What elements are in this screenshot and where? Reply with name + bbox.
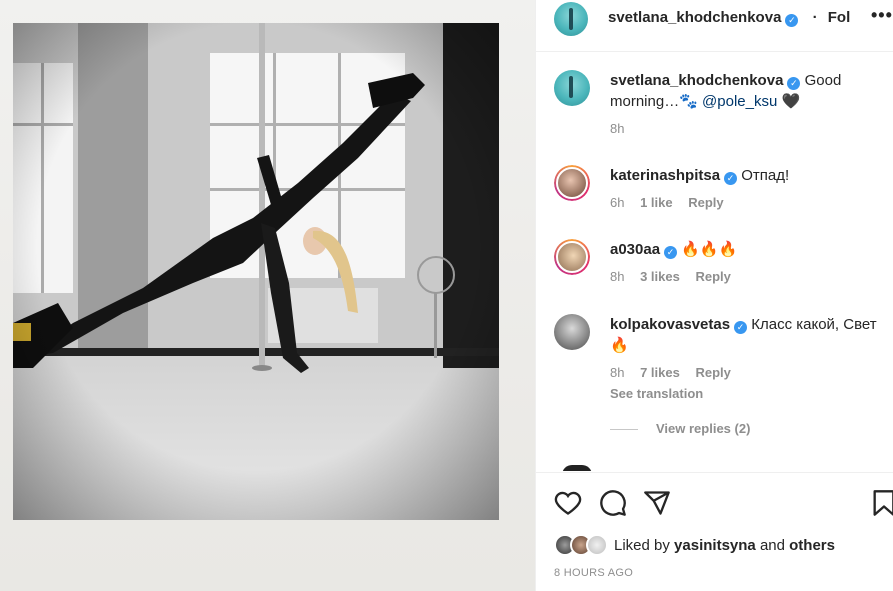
post-media: [0, 0, 535, 591]
comments-list: svetlana_khodchenkova ✓ Good morning…🐾 @p…: [536, 53, 893, 471]
comment-meta: 8h 3 likes Reply: [610, 266, 880, 287]
polaroid-frame: [0, 0, 535, 591]
post-timestamp[interactable]: 8 HOURS AGO: [554, 567, 633, 579]
verified-icon: ✓: [664, 246, 678, 259]
comment-body: a030aa ✓ 🔥🔥🔥 8h 3 likes Reply: [610, 239, 880, 287]
reply-button[interactable]: Reply: [688, 195, 723, 210]
post-sidebar: svetlana_khodchenkova ✓ · Fol ••• svetlan…: [535, 0, 893, 591]
view-replies-button[interactable]: View replies (2): [610, 421, 750, 436]
post-actions: Liked by yasinitsyna and others 8 HOURS …: [536, 472, 893, 591]
heart-icon[interactable]: [554, 489, 582, 517]
comment-likes[interactable]: 1 like: [640, 195, 673, 210]
header-dot: ·: [812, 9, 818, 26]
instagram-post-modal: svetlana_khodchenkova ✓ · Fol ••• svetlan…: [0, 0, 893, 591]
comment-username[interactable]: a030aa: [610, 241, 660, 258]
verified-icon: ✓: [734, 321, 748, 334]
reply-button[interactable]: Reply: [695, 269, 730, 284]
comment-meta: 6h 1 like Reply: [610, 192, 880, 213]
comment-body: kolpakovasvetas ✓ Класс какой, Свет🔥 8h 7…: [610, 314, 880, 404]
comment-icon[interactable]: [599, 489, 627, 517]
liked-by-prefix: Liked by: [614, 536, 670, 554]
commenter-avatar[interactable]: [554, 165, 590, 201]
see-translation-link[interactable]: See translation: [610, 383, 880, 404]
comment-username[interactable]: kolpakovasvetas: [610, 316, 730, 333]
next-commenter-avatar[interactable]: [562, 465, 592, 471]
verified-icon: ✓: [787, 77, 801, 90]
post-header: svetlana_khodchenkova ✓ · Fol •••: [536, 0, 893, 52]
bookmark-icon[interactable]: [870, 489, 893, 517]
caption-body: svetlana_khodchenkova ✓ Good morning…🐾 @p…: [610, 70, 880, 139]
comment-text: 🔥🔥🔥: [681, 241, 738, 258]
verified-icon: ✓: [724, 172, 738, 185]
more-icon[interactable]: •••: [871, 5, 893, 26]
author-avatar[interactable]: [554, 2, 588, 36]
comment-time[interactable]: 8h: [610, 269, 624, 284]
caption-username[interactable]: svetlana_khodchenkova: [610, 72, 783, 89]
liked-by-and: and: [759, 536, 785, 554]
post-photo[interactable]: [13, 23, 499, 520]
comment-likes[interactable]: 7 likes: [640, 365, 680, 380]
liked-by-user[interactable]: yasinitsyna: [674, 537, 756, 554]
commenter-avatar[interactable]: [554, 314, 590, 350]
author-username[interactable]: svetlana_khodchenkova ✓ · Fol: [608, 9, 850, 27]
commenter-avatar[interactable]: [554, 239, 590, 275]
comment-meta: 8h 7 likes Reply: [610, 362, 880, 383]
share-icon[interactable]: [643, 489, 671, 517]
comment-time[interactable]: 8h: [610, 365, 624, 380]
comment-time[interactable]: 6h: [610, 195, 624, 210]
liked-by-others[interactable]: others: [789, 537, 835, 554]
caption-meta: 8h: [610, 118, 880, 139]
reply-button[interactable]: Reply: [695, 365, 730, 380]
caption-emoji: 🖤: [781, 93, 801, 110]
author-name-text[interactable]: svetlana_khodchenkova: [608, 9, 781, 26]
caption-time[interactable]: 8h: [610, 121, 624, 136]
comment-body: katerinashpitsa ✓ Отпад! 6h 1 like Reply: [610, 165, 880, 213]
follow-button[interactable]: Fol: [828, 9, 851, 26]
comment-username[interactable]: katerinashpitsa: [610, 167, 720, 184]
liker-avatars[interactable]: [554, 534, 610, 556]
verified-icon: ✓: [785, 14, 799, 27]
comment-text: Отпад!: [741, 167, 790, 184]
liked-by: Liked by yasinitsyna and others: [554, 533, 835, 557]
comment-likes[interactable]: 3 likes: [640, 269, 680, 284]
caption-mention[interactable]: @pole_ksu: [702, 93, 777, 110]
caption-avatar[interactable]: [554, 70, 590, 106]
